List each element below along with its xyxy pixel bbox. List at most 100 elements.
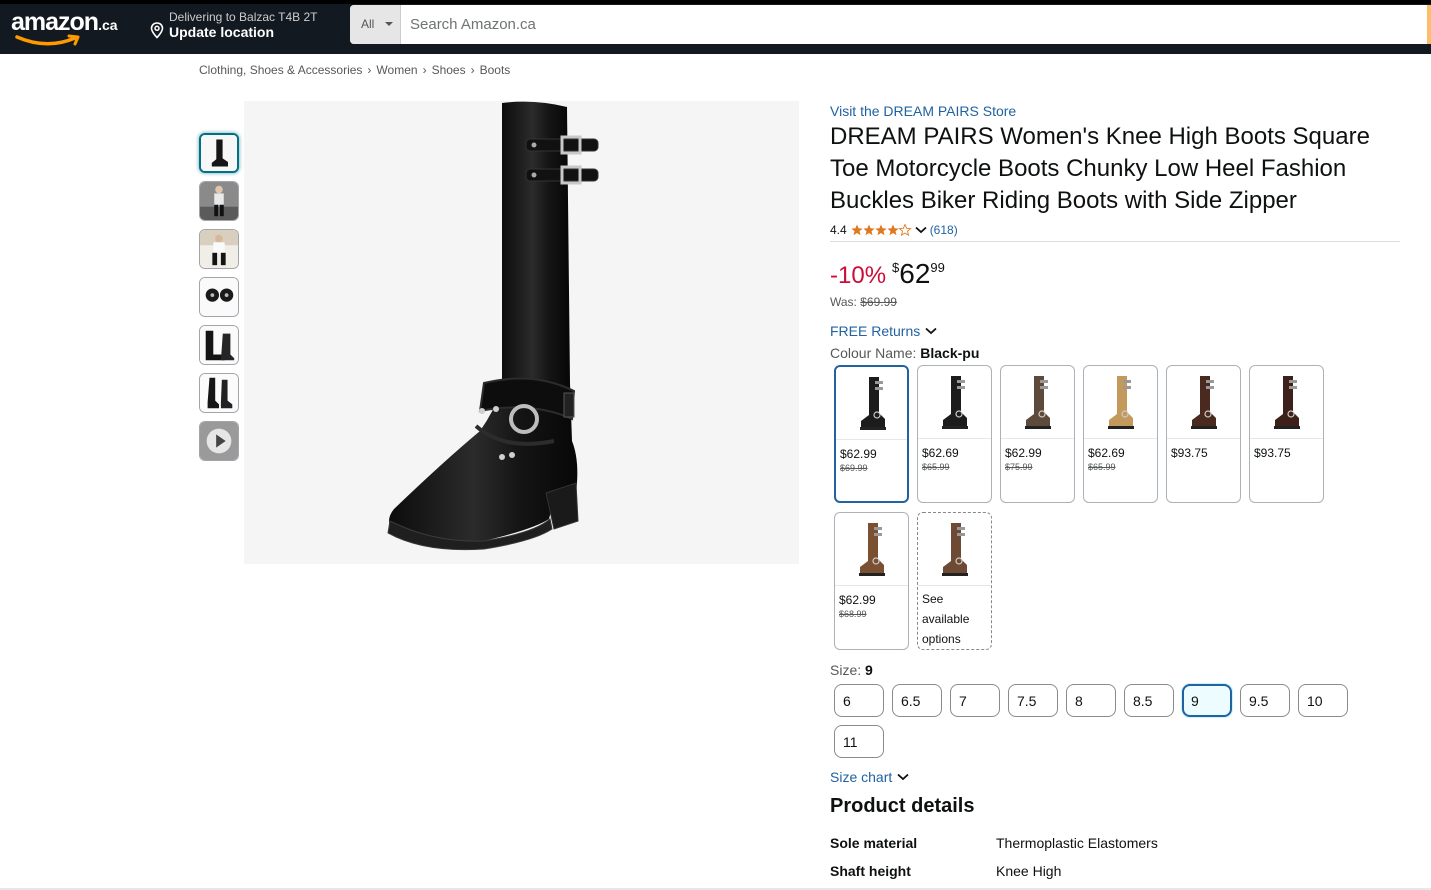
star-rating-icon bbox=[851, 223, 913, 237]
detail-key: Sole material bbox=[830, 835, 918, 851]
swatch-image bbox=[1167, 366, 1240, 439]
breadcrumb-item[interactable]: Shoes bbox=[432, 63, 466, 77]
price-whole: 62 bbox=[899, 258, 931, 289]
breadcrumb-item[interactable]: Clothing, Shoes & Accessories bbox=[199, 63, 362, 77]
size-option-button[interactable]: 8 bbox=[1066, 684, 1116, 717]
size-option-button[interactable]: 9 bbox=[1182, 684, 1232, 717]
size-option-button[interactable]: 9.5 bbox=[1240, 684, 1290, 717]
thumbnail-image-4[interactable] bbox=[199, 277, 239, 317]
thumbnail-image-3[interactable] bbox=[199, 229, 239, 269]
free-returns-label: FREE Returns bbox=[830, 323, 921, 339]
stars-icon bbox=[851, 223, 912, 236]
logo-smile-icon bbox=[15, 34, 80, 46]
swatch-was-price: $68.99 bbox=[839, 609, 867, 619]
swatch-was-price: $75.99 bbox=[1005, 462, 1033, 472]
thumbnail-image-5[interactable] bbox=[199, 325, 239, 365]
thumbnail-image-1[interactable] bbox=[199, 133, 239, 173]
thumbnail-video[interactable] bbox=[199, 421, 239, 461]
search-category-label: All bbox=[361, 17, 375, 31]
colour-swatch[interactable]: $62.69 $65.99 bbox=[1083, 365, 1158, 503]
caret-down-icon bbox=[385, 22, 393, 26]
delivery-address-text: Delivering to Balzac T4B 2T bbox=[169, 10, 318, 24]
chevron-down-icon[interactable] bbox=[915, 226, 927, 234]
size-chart-label: Size chart bbox=[830, 769, 893, 785]
boot-detail-icon bbox=[200, 278, 238, 316]
swatch-price: $62.99 bbox=[1005, 446, 1042, 460]
boot-swatch-icon bbox=[860, 377, 886, 430]
swatch-was-price: $69.99 bbox=[840, 463, 868, 473]
boot-swatch-icon bbox=[942, 376, 968, 429]
colour-swatch[interactable]: $62.99 $68.99 bbox=[834, 512, 909, 650]
detail-row: Shaft height Knee High bbox=[830, 863, 1330, 883]
knee-high-boot-image bbox=[387, 101, 599, 551]
rating-count-link[interactable]: (618) bbox=[930, 223, 958, 237]
swatch-image bbox=[1084, 366, 1157, 439]
was-label: Was: bbox=[830, 295, 857, 309]
main-product-image[interactable] bbox=[244, 101, 799, 564]
size-label-text: Size: bbox=[830, 662, 862, 678]
model-photo-icon bbox=[200, 182, 238, 220]
location-pin-icon bbox=[150, 22, 164, 39]
breadcrumb-separator-icon: › bbox=[367, 63, 372, 77]
swatch-image bbox=[918, 513, 991, 586]
search-input[interactable] bbox=[402, 5, 1427, 44]
boot-swatch-icon bbox=[942, 523, 968, 576]
size-option-button[interactable]: 8.5 bbox=[1124, 684, 1174, 717]
search-button-edge[interactable] bbox=[1427, 5, 1431, 44]
breadcrumb-item[interactable]: Boots bbox=[480, 63, 511, 77]
product-details-heading: Product details bbox=[830, 795, 975, 817]
size-option-button[interactable]: 6 bbox=[834, 684, 884, 717]
search-category-dropdown[interactable]: All bbox=[350, 5, 401, 44]
size-option-button[interactable]: 11 bbox=[834, 725, 884, 758]
swatch-was-price: $65.99 bbox=[922, 462, 950, 472]
size-option-button[interactable]: 7.5 bbox=[1008, 684, 1058, 717]
colour-label-text: Colour Name: bbox=[830, 345, 917, 361]
boot-pair-icon bbox=[200, 374, 238, 412]
price-fraction: 99 bbox=[930, 260, 945, 275]
price-currency: $ bbox=[892, 260, 900, 275]
boot-swatch-icon bbox=[1025, 376, 1051, 429]
product-title: DREAM PAIRS Women's Knee High Boots Squa… bbox=[830, 123, 1370, 214]
chevron-down-icon bbox=[897, 773, 909, 781]
colour-swatch[interactable]: See available options bbox=[917, 512, 992, 650]
size-value: 9 bbox=[865, 662, 873, 678]
swatch-was-price: $65.99 bbox=[1088, 462, 1116, 472]
breadcrumb-item[interactable]: Women bbox=[376, 63, 417, 77]
colour-swatch[interactable]: $62.99 $69.99 bbox=[834, 365, 909, 503]
was-price-value: $69.99 bbox=[860, 295, 897, 309]
swatch-image bbox=[836, 367, 907, 440]
logo-wordmark: amazon.ca bbox=[11, 8, 118, 36]
amazon-logo[interactable]: amazon.ca bbox=[11, 6, 131, 50]
swatch-image bbox=[918, 366, 991, 439]
colour-swatch[interactable]: $62.99 $75.99 bbox=[1000, 365, 1075, 503]
rating-value: 4.4 bbox=[830, 223, 847, 237]
divider bbox=[830, 241, 1400, 242]
swatch-price: $62.99 bbox=[840, 447, 877, 461]
update-location-label: Update location bbox=[169, 24, 275, 40]
swatch-image bbox=[1250, 366, 1323, 439]
play-video-icon bbox=[200, 422, 238, 460]
colour-swatch[interactable]: $93.75 bbox=[1249, 365, 1324, 503]
size-option-button[interactable]: 10 bbox=[1298, 684, 1348, 717]
boot-swatch-icon bbox=[1274, 376, 1300, 429]
thumbnail-image-6[interactable] bbox=[199, 373, 239, 413]
colour-name-label: Colour Name: Black-pu bbox=[830, 345, 979, 361]
colour-swatch[interactable]: $93.75 bbox=[1166, 365, 1241, 503]
colour-swatch[interactable]: $62.69 $65.99 bbox=[917, 365, 992, 503]
swatch-image bbox=[835, 513, 908, 586]
swatch-price: $62.99 bbox=[839, 593, 876, 607]
size-option-button[interactable]: 7 bbox=[950, 684, 1000, 717]
free-returns-link[interactable]: FREE Returns bbox=[830, 323, 937, 339]
size-chart-link[interactable]: Size chart bbox=[830, 769, 909, 785]
top-navigation-bar: amazon.ca Delivering to Balzac T4B 2T Up… bbox=[0, 0, 1431, 54]
detail-key: Shaft height bbox=[830, 863, 911, 879]
thumbnail-image-2[interactable] bbox=[199, 181, 239, 221]
boot-swatch-icon bbox=[1191, 376, 1217, 429]
boot-thumbnail-icon bbox=[201, 135, 237, 171]
see-available-options-label: See available options bbox=[922, 592, 970, 646]
boot-swatch-icon bbox=[1108, 376, 1134, 429]
swatch-price: $62.69 bbox=[1088, 446, 1125, 460]
size-option-button[interactable]: 6.5 bbox=[892, 684, 942, 717]
rating-summary[interactable]: 4.4 (618) bbox=[830, 222, 958, 238]
store-link[interactable]: Visit the DREAM PAIRS Store bbox=[830, 103, 1016, 119]
